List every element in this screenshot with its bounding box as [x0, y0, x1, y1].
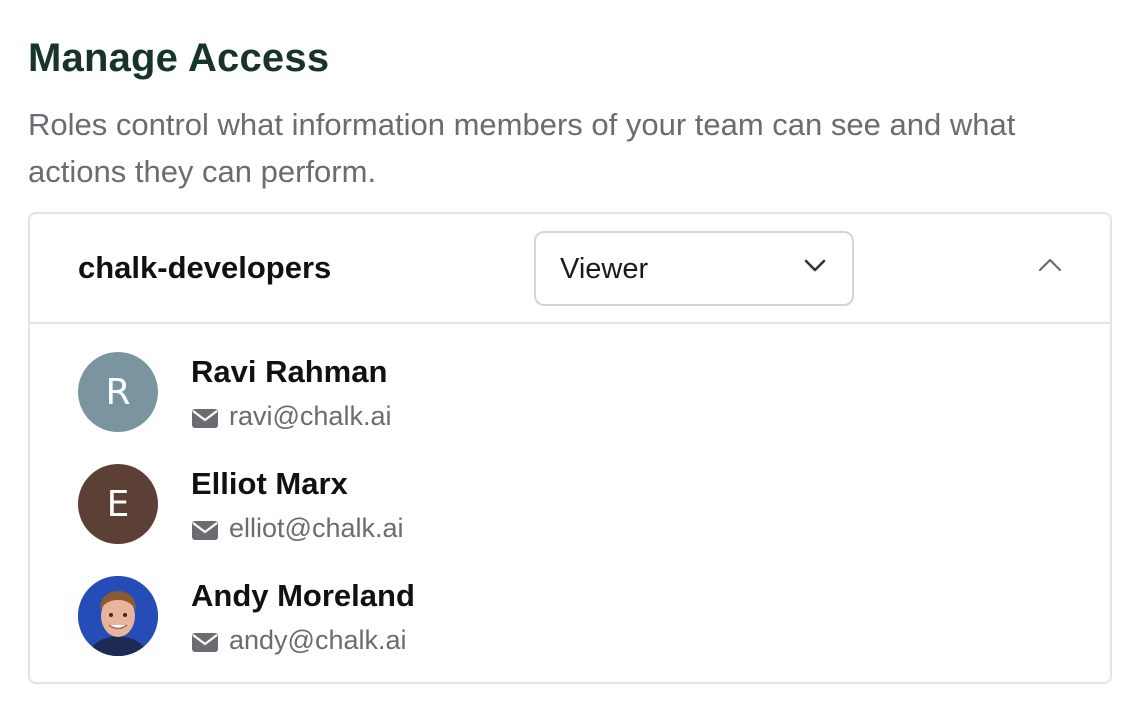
role-select-value: Viewer — [560, 253, 649, 285]
person-photo-icon — [78, 576, 158, 656]
page-description: Roles control what information members o… — [28, 107, 1016, 189]
mail-icon — [192, 409, 218, 428]
group-header: chalk-developers Viewer — [30, 214, 1110, 324]
member-name: Ravi Rahman — [191, 354, 388, 389]
member-email: ravi@chalk.ai — [191, 398, 391, 434]
group-name: chalk-developers — [78, 250, 332, 285]
chevron-up-icon — [1038, 258, 1062, 272]
member-row: R Ravi Rahman ravi@chalk.ai — [30, 324, 1110, 436]
member-email: andy@chalk.ai — [191, 622, 407, 658]
collapse-toggle-button[interactable] — [1030, 252, 1070, 282]
avatar: R — [78, 352, 158, 432]
avatar-initial: E — [106, 483, 130, 525]
email-text: andy@chalk.ai — [229, 625, 407, 655]
email-text: ravi@chalk.ai — [229, 401, 392, 431]
mail-icon — [192, 633, 218, 652]
member-row: E Elliot Marx elliot@chalk.ai — [30, 436, 1110, 548]
member-name: Andy Moreland — [191, 578, 415, 613]
role-select[interactable]: Viewer — [534, 231, 854, 306]
access-group-card: chalk-developers Viewer R Ravi Rahman ra… — [28, 212, 1112, 684]
email-text: elliot@chalk.ai — [229, 513, 404, 543]
member-email: elliot@chalk.ai — [191, 510, 404, 546]
member-name: Elliot Marx — [191, 466, 348, 501]
mail-icon — [192, 521, 218, 540]
chevron-down-icon — [804, 259, 826, 272]
member-row: Andy Moreland andy@chalk.ai — [30, 548, 1110, 660]
avatar: E — [78, 464, 158, 544]
avatar-initial: R — [105, 371, 131, 413]
page-title: Manage Access — [28, 36, 330, 80]
avatar-photo — [78, 576, 158, 656]
